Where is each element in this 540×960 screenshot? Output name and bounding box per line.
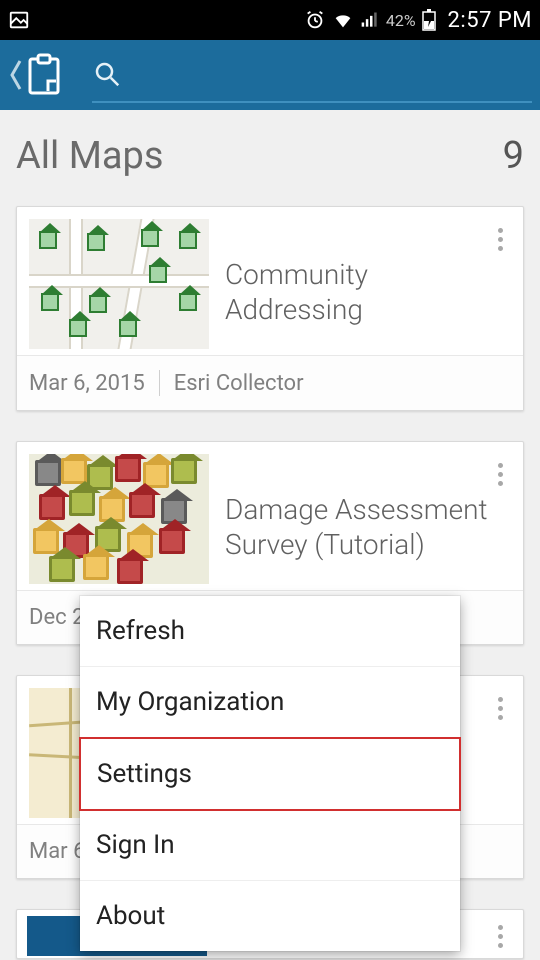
card-date: Mar 6, 2015 [29,371,145,396]
overflow-menu: Refresh My Organization Settings Sign In… [80,596,460,951]
page-title: All Maps [16,134,164,178]
search-icon [92,59,122,89]
maps-count: 9 [503,134,524,178]
card-overflow-button[interactable] [487,454,513,494]
card-overflow-button[interactable] [487,688,513,728]
status-clock: 2:57 PM [448,8,532,33]
menu-item-refresh[interactable]: Refresh [80,596,460,667]
card-footer: Mar 6, 2015 Esri Collector [17,355,523,410]
battery-percentage: 42% [386,11,416,30]
alarm-icon [304,9,326,31]
map-title: Community Addressing [225,257,511,327]
map-thumbnail [29,454,209,584]
menu-item-my-organization[interactable]: My Organization [80,667,460,738]
back-chevron-icon[interactable] [8,57,22,93]
clipboard-app-icon[interactable] [24,53,64,97]
battery-icon [422,9,436,31]
menu-item-sign-in[interactable]: Sign In [80,810,460,881]
card-overflow-button[interactable] [487,916,513,956]
map-title: Damage Assessment Survey (Tutorial) [225,492,511,562]
cell-signal-icon [360,10,380,30]
menu-item-about[interactable]: About [80,881,460,951]
search-field[interactable] [92,47,532,103]
card-author: Esri Collector [174,371,304,396]
wifi-icon [332,9,354,31]
card-overflow-button[interactable] [487,219,513,259]
map-thumbnail [29,219,209,349]
menu-item-settings[interactable]: Settings [79,737,461,811]
footer-divider [159,370,160,396]
page-header: All Maps 9 [0,110,540,206]
picture-icon [8,9,30,31]
app-bar [0,40,540,110]
map-card[interactable]: Community Addressing Mar 6, 2015 Esri Co… [16,206,524,411]
android-status-bar: 42% 2:57 PM [0,0,540,40]
